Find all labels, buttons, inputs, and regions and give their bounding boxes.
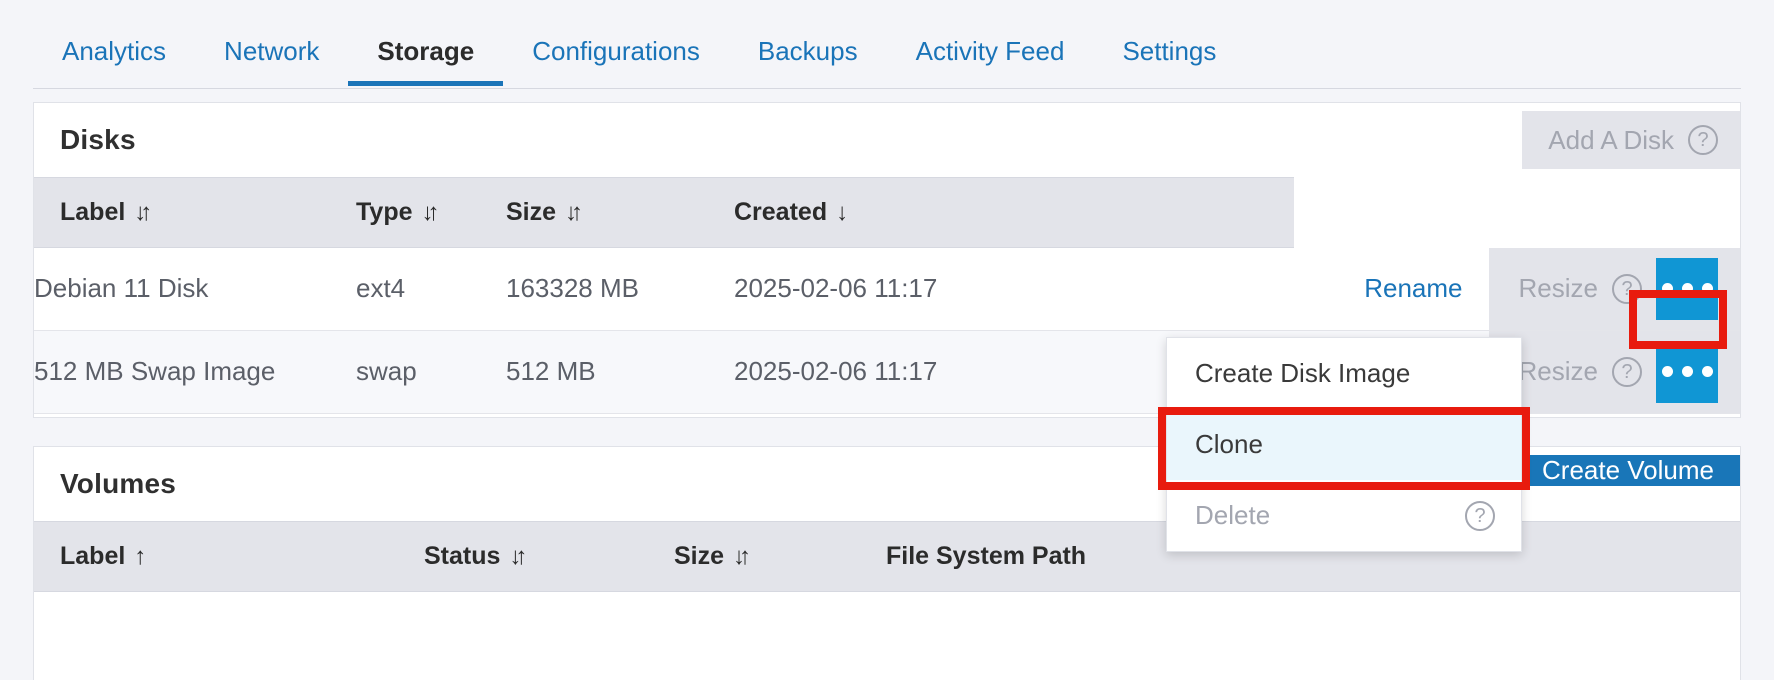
tab-configurations[interactable]: Configurations — [503, 0, 729, 97]
resize-button[interactable]: Resize? — [1488, 247, 1740, 330]
more-actions-button[interactable] — [1656, 257, 1718, 320]
resize-label: Resize — [1518, 356, 1598, 386]
column-header-size[interactable]: Size ↓↑ — [506, 177, 734, 248]
column-header-type[interactable]: Type ↓↑ — [356, 177, 506, 248]
ellipsis-dot-icon — [1681, 283, 1693, 294]
storage-page: Analytics Network Storage Configurations Bac… — [0, 0, 1774, 680]
menu-item-label: Create Disk Image — [1195, 358, 1411, 388]
sort-unsorted-icon[interactable]: ↓↑ — [422, 199, 440, 227]
add-a-disk-button[interactable]: Add A Disk ? — [1522, 111, 1740, 169]
column-header-label: File System Path — [886, 542, 1087, 570]
tab-analytics[interactable]: Analytics — [33, 0, 195, 97]
column-header-status[interactable]: Status ↓↑ — [424, 521, 674, 592]
tab-activity-feed[interactable]: Activity Feed — [887, 0, 1094, 97]
column-header-created[interactable]: Created ↓ — [734, 177, 1294, 248]
column-header-label: Created — [734, 198, 828, 226]
column-header-label: Type — [356, 198, 413, 226]
menu-item-create-disk-image[interactable]: Create Disk Image — [1167, 338, 1521, 409]
ellipsis-dot-icon — [1661, 366, 1673, 377]
rename-button[interactable]: Rename — [1338, 273, 1488, 304]
column-header-label[interactable]: Label ↓↑ — [34, 177, 356, 248]
sort-unsorted-icon[interactable]: ↓↑ — [733, 543, 751, 571]
column-header-label: Size — [506, 198, 557, 226]
row-action-group: RenameResize? — [1294, 247, 1740, 330]
help-circle-icon[interactable]: ? — [1612, 356, 1642, 387]
disks-panel-header: Disks Add A Disk ? — [34, 103, 1740, 177]
tab-settings[interactable]: Settings — [1093, 0, 1245, 97]
help-circle-icon[interactable]: ? — [1465, 500, 1495, 531]
help-circle-icon[interactable]: ? — [1612, 273, 1642, 304]
cell-size: 163328 MB — [506, 247, 734, 331]
help-circle-icon[interactable]: ? — [1688, 125, 1718, 155]
menu-item-label: Clone — [1195, 429, 1263, 459]
cell-type: swap — [356, 330, 506, 414]
sort-asc-icon[interactable]: ↑ — [134, 543, 146, 571]
create-volume-label: Create Volume — [1542, 455, 1714, 485]
tab-backups[interactable]: Backups — [729, 0, 887, 97]
menu-item-delete[interactable]: Delete? — [1167, 480, 1521, 551]
column-header-label: Size — [674, 542, 725, 570]
create-volume-button[interactable]: Create Volume — [1516, 455, 1740, 486]
ellipsis-dot-icon — [1701, 366, 1713, 377]
cell-created: 2025-02-06 11:17 — [734, 247, 1294, 331]
sort-unsorted-icon[interactable]: ↓↑ — [565, 199, 583, 227]
table-row[interactable]: Debian 11 Disk ext4 163328 MB 2025-02-06 11… — [34, 247, 1740, 331]
disks-table-head: Label ↓↑ Type ↓↑ Size ↓↑ Created ↓ — [34, 177, 1740, 248]
ellipsis-dot-icon — [1681, 366, 1693, 377]
volumes-header-actions: Create Volume — [1516, 455, 1740, 513]
menu-item-label: Delete — [1195, 500, 1271, 530]
menu-item-clone[interactable]: Clone — [1167, 409, 1521, 480]
column-header-label: Label — [60, 542, 126, 570]
cell-label: Debian 11 Disk — [34, 247, 356, 331]
sort-desc-icon[interactable]: ↓ — [836, 199, 848, 227]
tab-network[interactable]: Network — [195, 0, 348, 97]
ellipsis-dot-icon — [1701, 283, 1713, 294]
more-actions-button[interactable] — [1656, 340, 1718, 403]
sort-unsorted-icon[interactable]: ↓↑ — [509, 543, 527, 571]
cell-size: 512 MB — [506, 330, 734, 414]
tab-bar: Analytics Network Storage Configurations Bac… — [0, 0, 1774, 98]
tab-list: Analytics Network Storage Configurations Bac… — [33, 0, 1245, 98]
disks-header-actions: Add A Disk ? — [1522, 111, 1740, 169]
column-header-label[interactable]: Label ↑ — [34, 521, 424, 592]
sort-unsorted-icon[interactable]: ↓↑ — [134, 199, 152, 227]
column-header-label: Status — [424, 542, 501, 570]
column-header-size[interactable]: Size ↓↑ — [674, 521, 886, 592]
resize-button[interactable]: Resize? — [1488, 330, 1740, 413]
column-header-label: Label — [60, 198, 126, 226]
volumes-title: Volumes — [60, 468, 177, 499]
tab-bar-divider — [33, 88, 1741, 89]
disks-title: Disks — [60, 124, 136, 155]
resize-label: Resize — [1518, 273, 1598, 303]
cell-actions: RenameResize? — [1294, 247, 1740, 331]
ellipsis-dot-icon — [1661, 283, 1673, 294]
tab-storage[interactable]: Storage — [348, 0, 504, 97]
cell-label: 512 MB Swap Image — [34, 330, 356, 414]
cell-type: ext4 — [356, 247, 506, 331]
disk-actions-menu: Create Disk Image Clone Delete? — [1166, 337, 1522, 552]
disks-header-row: Label ↓↑ Type ↓↑ Size ↓↑ Created ↓ — [34, 177, 1740, 248]
add-a-disk-label: Add A Disk — [1548, 124, 1674, 155]
